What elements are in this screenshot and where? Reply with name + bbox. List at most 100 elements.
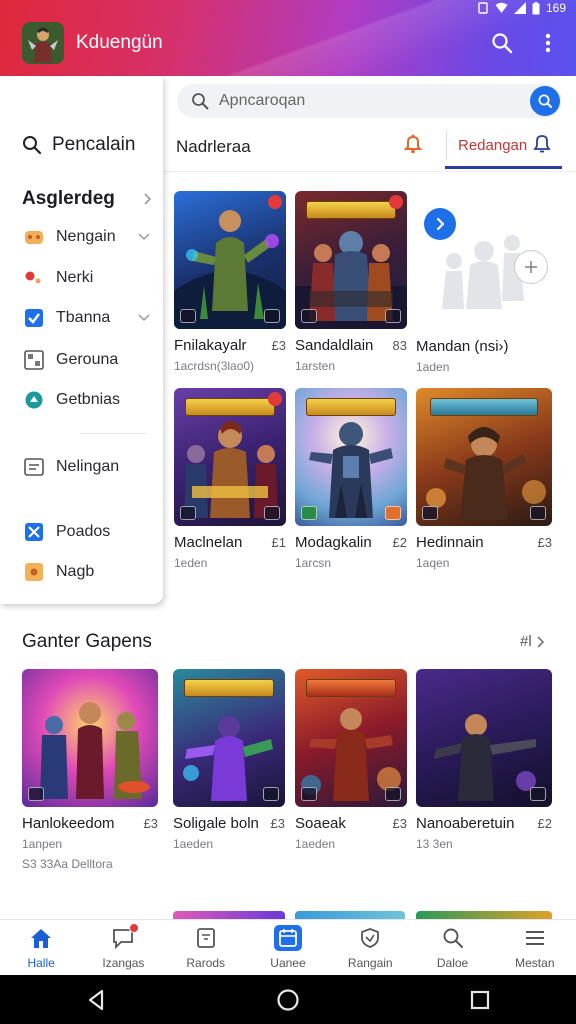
game-card[interactable]: Sandaldlain 83 1arsten <box>295 191 407 373</box>
game-title: Nanoaberetuin <box>416 815 515 832</box>
next-row-card-peek <box>173 911 285 919</box>
game-rank: £1 <box>271 535 286 550</box>
rating-tag <box>264 506 280 520</box>
game-subtitle: 1aden <box>416 360 450 374</box>
chat-icon <box>109 923 140 951</box>
drawer-section-label: Asglerdeg <box>22 188 115 209</box>
drawer-item-poados[interactable]: Poados <box>24 522 150 542</box>
game-rank: £2 <box>392 535 407 550</box>
status-time: 169 <box>545 1 566 15</box>
drawer-item-label: Gerouna <box>56 351 119 368</box>
game-thumbnail <box>416 388 552 526</box>
drawer-divider <box>80 433 147 434</box>
game-thumbnail <box>22 669 158 807</box>
search-bar[interactable] <box>177 84 562 118</box>
rating-tag <box>385 506 401 520</box>
search-go-icon <box>538 94 552 108</box>
nav-item-halle[interactable]: Halle <box>0 920 82 975</box>
game-subtitle: 1acrdsn(3lao0) <box>174 359 255 373</box>
drawer-search-label: Pencalain <box>52 134 136 155</box>
chevron-right-icon <box>537 635 544 648</box>
drawer-search[interactable]: Pencalain <box>22 134 135 156</box>
game-rank: £3 <box>392 816 407 831</box>
platform-tag <box>180 506 196 520</box>
drawer-item-nerki[interactable]: Nerki <box>24 268 150 288</box>
game-rank: £2 <box>537 816 552 831</box>
drawer-item-tbanna[interactable]: Tbanna <box>24 308 150 328</box>
game-thumbnail <box>173 669 285 807</box>
platform-tag <box>301 309 317 323</box>
nav-item-rarods[interactable]: Rarods <box>165 920 247 975</box>
game-card[interactable]: Hedinnain £3 1aqen <box>416 388 552 570</box>
back-button[interactable] <box>76 980 116 1020</box>
add-game-button[interactable] <box>514 250 548 284</box>
nav-item-izangas[interactable]: Izangas <box>82 920 164 975</box>
section-see-all-button[interactable]: #l <box>520 633 545 650</box>
back-triangle-icon <box>88 989 104 1010</box>
nav-label: Uanee <box>270 956 306 970</box>
notification-filter-button[interactable] <box>402 133 424 160</box>
game-subtitle: 1anpen <box>22 837 63 851</box>
controller-icon <box>24 227 44 247</box>
nav-item-rangain[interactable]: Rangain <box>329 920 411 975</box>
nav-item-daloe[interactable]: Daloe <box>411 920 493 975</box>
next-row-card-peek <box>295 911 405 919</box>
signal-icon <box>513 2 526 14</box>
drawer-item-nagb[interactable]: Nagb <box>24 562 150 582</box>
filter-label: Nadrleraa <box>176 137 251 156</box>
rating-tag <box>530 787 546 801</box>
add-icon <box>525 261 537 273</box>
search-submit-button[interactable] <box>530 86 560 116</box>
nav-item-uanee[interactable]: Uanee <box>247 920 329 975</box>
overflow-menu-button[interactable] <box>535 30 561 56</box>
game-rank: £3 <box>270 816 285 831</box>
drawer-item-gerouna[interactable]: Gerouna <box>24 350 150 370</box>
game-card[interactable]: Soligale boln £3 1aeden <box>173 669 285 851</box>
drawer-item-label: Nelingan <box>56 458 120 475</box>
alerts-button[interactable] <box>532 133 552 158</box>
game-title: Sandaldlain <box>295 337 374 354</box>
game-card[interactable]: Fnilakayalr £3 1acrdsn(3lao0) <box>174 191 286 373</box>
status-bar: 169 <box>477 0 566 16</box>
carousel-next-button[interactable] <box>424 208 456 240</box>
app-bar: 169 Kduengün <box>0 0 576 76</box>
section-more-label: #l <box>520 633 532 650</box>
game-thumbnail <box>174 191 286 329</box>
search-input[interactable] <box>219 92 519 110</box>
chevron-down-icon <box>138 314 150 322</box>
game-subtitle: 1arcsn <box>295 556 332 570</box>
drawer-item-label: Getbnias <box>56 391 121 408</box>
chevron-down-icon <box>138 233 150 241</box>
game-subtitle: 13 3en <box>416 837 453 851</box>
recents-button[interactable] <box>460 980 500 1020</box>
game-meta: S3 33Aa Delltora <box>22 857 113 871</box>
game-title: Maclnelan <box>174 534 243 551</box>
game-card[interactable]: Soaeak £3 1aeden <box>295 669 407 851</box>
tab-redangan[interactable]: Redangan <box>458 137 527 154</box>
drawer-item-label: Nerki <box>56 269 94 286</box>
drawer-item-label: Nagb <box>56 563 95 580</box>
game-rank: £3 <box>143 816 158 831</box>
game-card[interactable]: Modagkalin £2 1arcsn <box>295 388 407 570</box>
drawer-item-nelingan[interactable]: Nelingan <box>24 457 150 477</box>
drawer-item-label: Nengain <box>56 228 116 245</box>
search-button[interactable] <box>489 30 515 56</box>
drawer-item-getbnias[interactable]: Getbnias <box>24 390 150 410</box>
game-thumbnail <box>174 388 286 526</box>
game-card[interactable]: Maclnelan £1 1eden <box>174 388 286 570</box>
nav-item-mestan[interactable]: Mestan <box>494 920 576 975</box>
game-thumbnail <box>416 669 552 807</box>
drawer-item-nengain[interactable]: Nengain <box>24 227 150 247</box>
app-logo[interactable] <box>22 22 64 64</box>
game-title: Mandan (nsi›) <box>416 338 509 355</box>
bell-orange-icon <box>403 134 423 154</box>
drawer-section-header[interactable]: Asglerdeg <box>22 188 152 210</box>
game-title: Soaeak <box>295 815 346 832</box>
home-button[interactable] <box>268 980 308 1020</box>
bottom-navigation: Halle Izangas Rarods Uanee Rangain Daloe… <box>0 919 576 975</box>
app-screen: 169 Kduengün Nadrleraa <box>0 0 576 1024</box>
game-card[interactable]: Hanlokeedom £3 1anpen S3 33Aa Delltora <box>22 669 158 871</box>
game-card[interactable]: Nanoaberetuin £2 13 3en <box>416 669 552 851</box>
game-subtitle: 1aeden <box>295 837 336 851</box>
game-title: Hedinnain <box>416 534 484 551</box>
